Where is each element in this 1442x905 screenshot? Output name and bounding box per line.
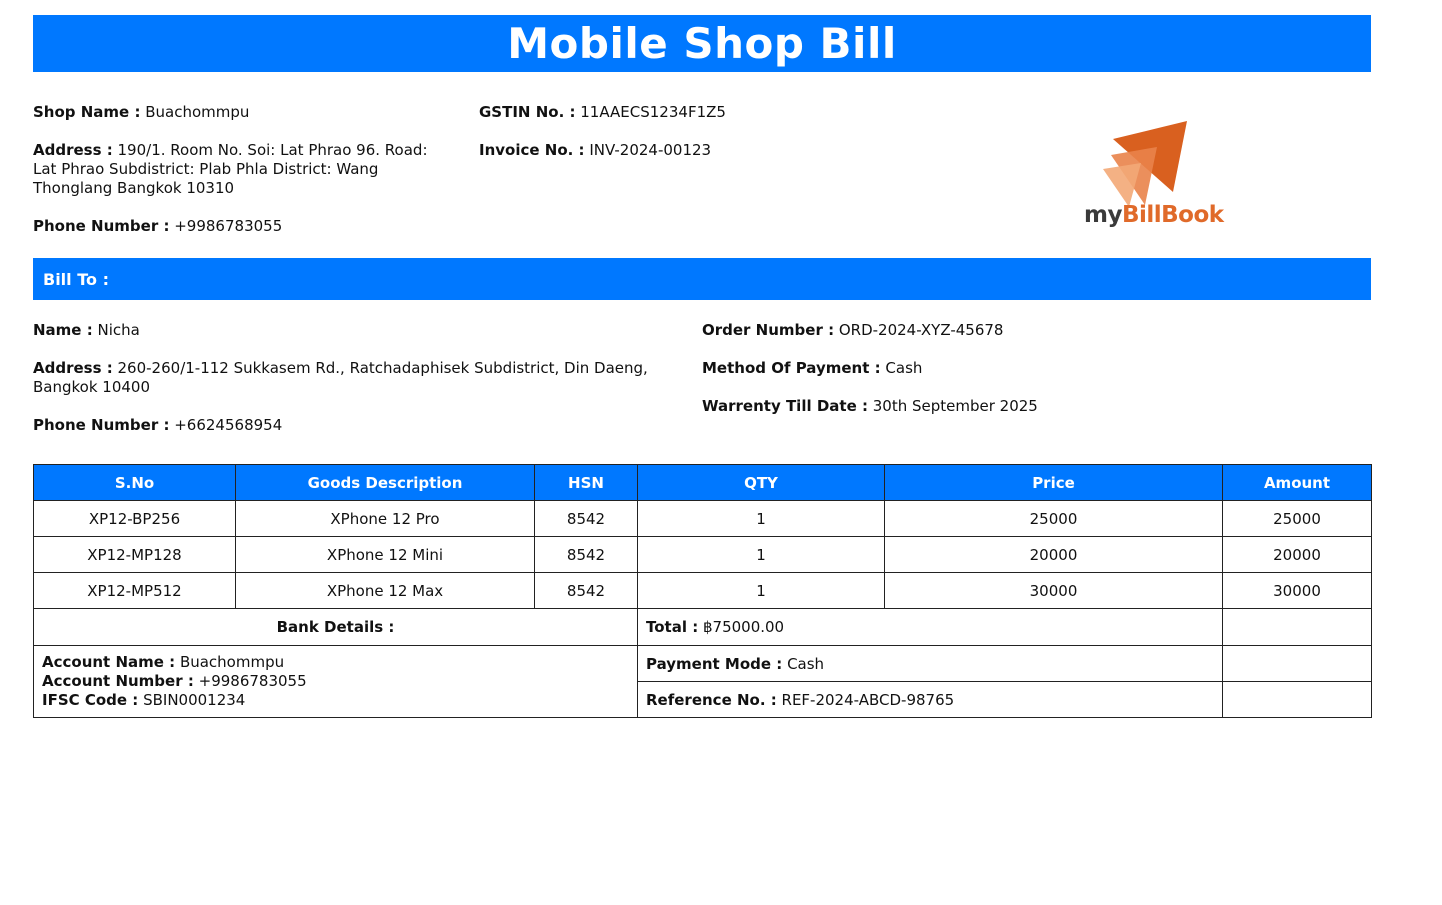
cell-hsn: 8542 — [534, 500, 638, 537]
column-header-sno: S.No — [33, 464, 236, 501]
bill-to-heading: Bill To : — [43, 269, 109, 289]
shop-name-label: Shop Name : — [33, 103, 141, 121]
column-header-qty: QTY — [637, 464, 885, 501]
table-row: XP12-MP512 XPhone 12 Max 8542 1 30000 30… — [33, 572, 1372, 609]
reference-value: REF-2024-ABCD-98765 — [781, 690, 955, 709]
total-label: Total : — [646, 618, 699, 636]
total-value: ฿75000.00 — [702, 618, 785, 636]
reference-cell: Reference No. : REF-2024-ABCD-98765 — [637, 681, 1223, 718]
shop-address-field: Address : 190/1. Room No. Soi: Lat Phrao… — [33, 141, 453, 198]
order-number-field: Order Number : ORD-2024-XYZ-45678 — [702, 321, 1362, 340]
reference-empty-cell — [1222, 681, 1372, 718]
cell-hsn: 8542 — [534, 536, 638, 573]
bank-details-cell: Account Name : Buachommpu Account Number… — [33, 645, 638, 718]
invoice-label: Invoice No. : — [479, 141, 585, 159]
cell-qty: 1 — [637, 500, 885, 537]
gstin-label: GSTIN No. : — [479, 103, 576, 121]
column-header-price: Price — [884, 464, 1223, 501]
ifsc-value: SBIN0001234 — [143, 691, 246, 709]
payment-mode-cell: Payment Mode : Cash — [637, 645, 1223, 682]
account-number-label: Account Number : — [42, 672, 194, 690]
customer-name-value: Nicha — [97, 321, 140, 339]
table-row: XP12-MP128 XPhone 12 Mini 8542 1 20000 2… — [33, 536, 1372, 573]
warranty-label: Warrenty Till Date : — [702, 397, 868, 415]
customer-address-field: Address : 260-260/1-112 Sukkasem Rd., Ra… — [33, 359, 701, 397]
shop-phone-label: Phone Number : — [33, 217, 170, 235]
summary-row-total: Bank Details : Total : ฿75000.00 — [33, 608, 1372, 646]
warranty-value: 30th September 2025 — [872, 397, 1038, 415]
cell-amount: 30000 — [1222, 572, 1372, 609]
order-number-value: ORD-2024-XYZ-45678 — [838, 321, 1004, 339]
account-name-line: Account Name : Buachommpu — [42, 653, 629, 672]
cell-hsn: 8542 — [534, 572, 638, 609]
shop-name-value: Buachommpu — [145, 103, 250, 121]
cell-sno: XP12-BP256 — [33, 500, 236, 537]
payment-mode-label: Payment Mode : — [646, 654, 783, 673]
cell-sno: XP12-MP128 — [33, 536, 236, 573]
cell-amount: 25000 — [1222, 500, 1372, 537]
cell-description: XPhone 12 Max — [235, 572, 535, 609]
account-name-value: Buachommpu — [179, 653, 285, 671]
cell-amount: 20000 — [1222, 536, 1372, 573]
cell-description: XPhone 12 Mini — [235, 536, 535, 573]
account-name-label: Account Name : — [42, 653, 176, 671]
customer-address-value: 260-260/1-112 Sukkasem Rd., Ratchadaphis… — [33, 359, 648, 396]
column-header-description: Goods Description — [235, 464, 535, 501]
bank-details-heading: Bank Details : — [33, 608, 638, 646]
bill-sheet: Mobile Shop Bill Shop Name : Buachommpu … — [33, 15, 1372, 718]
cell-description: XPhone 12 Pro — [235, 500, 535, 537]
payment-mode-value: Cash — [787, 654, 825, 673]
customer-phone-value: +6624568954 — [174, 416, 283, 434]
total-cell: Total : ฿75000.00 — [637, 608, 1223, 646]
shop-address-label: Address : — [33, 141, 113, 159]
total-empty-cell — [1222, 608, 1372, 646]
shop-name-field: Shop Name : Buachommpu — [33, 103, 453, 122]
shop-phone-value: +9986783055 — [174, 217, 283, 235]
payment-method-label: Method Of Payment : — [702, 359, 881, 377]
account-number-value: +9986783055 — [198, 672, 307, 690]
customer-name-field: Name : Nicha — [33, 321, 703, 340]
payment-method-value: Cash — [885, 359, 923, 377]
logo-wordmark: myBillBook — [1084, 202, 1224, 228]
cell-price: 30000 — [884, 572, 1223, 609]
cell-sno: XP12-MP512 — [33, 572, 236, 609]
customer-name-label: Name : — [33, 321, 93, 339]
payment-method-field: Method Of Payment : Cash — [702, 359, 1362, 378]
title-bar: Mobile Shop Bill — [33, 15, 1371, 72]
gstin-field: GSTIN No. : 11AAECS1234F1Z5 — [479, 103, 899, 122]
invoice-value: INV-2024-00123 — [589, 141, 712, 159]
column-header-hsn: HSN — [534, 464, 638, 501]
gstin-value: 11AAECS1234F1Z5 — [580, 103, 726, 121]
order-number-label: Order Number : — [702, 321, 835, 339]
shop-info: Shop Name : Buachommpu Address : 190/1. … — [33, 72, 1371, 258]
customer-phone-field: Phone Number : +6624568954 — [33, 416, 703, 435]
bill-to-bar: Bill To : — [33, 258, 1371, 300]
customer-info: Name : Nicha Address : 260-260/1-112 Suk… — [33, 300, 1371, 464]
items-table-header-row: S.No Goods Description HSN QTY Price Amo… — [33, 464, 1372, 501]
account-number-line: Account Number : +9986783055 — [42, 672, 629, 691]
invoice-field: Invoice No. : INV-2024-00123 — [479, 141, 899, 160]
shop-phone-field: Phone Number : +9986783055 — [33, 217, 453, 236]
column-header-amount: Amount — [1222, 464, 1372, 501]
warranty-field: Warrenty Till Date : 30th September 2025 — [702, 397, 1362, 416]
customer-phone-label: Phone Number : — [33, 416, 170, 434]
summary-row-payment-mode: Account Name : Buachommpu Account Number… — [33, 645, 1372, 718]
ifsc-label: IFSC Code : — [42, 691, 139, 709]
payment-mode-empty-cell — [1222, 645, 1372, 682]
cell-qty: 1 — [637, 572, 885, 609]
items-table: S.No Goods Description HSN QTY Price Amo… — [33, 464, 1372, 609]
page-title: Mobile Shop Bill — [507, 19, 897, 68]
cell-price: 25000 — [884, 500, 1223, 537]
customer-address-label: Address : — [33, 359, 113, 377]
ifsc-line: IFSC Code : SBIN0001234 — [42, 691, 629, 710]
cell-price: 20000 — [884, 536, 1223, 573]
cell-qty: 1 — [637, 536, 885, 573]
table-row: XP12-BP256 XPhone 12 Pro 8542 1 25000 25… — [33, 500, 1372, 537]
summary-table: Bank Details : Total : ฿75000.00 Account… — [33, 608, 1372, 718]
reference-label: Reference No. : — [646, 690, 777, 709]
